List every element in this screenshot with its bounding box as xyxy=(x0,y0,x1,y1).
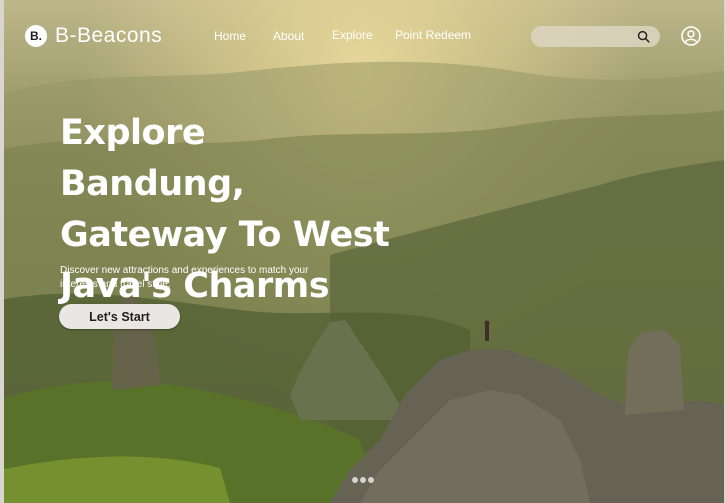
brand-logo[interactable]: B. B-Beacons xyxy=(25,24,162,48)
search-icon[interactable] xyxy=(637,30,650,43)
carousel-dot[interactable] xyxy=(360,477,366,483)
hero-subtext: Discover new attractions and experiences… xyxy=(60,265,309,290)
carousel-dot[interactable] xyxy=(352,477,358,483)
brand-name: B-Beacons xyxy=(55,24,163,47)
nav-item-explore[interactable]: Explore xyxy=(332,28,373,42)
carousel-dots xyxy=(352,477,374,483)
logo-badge: B. xyxy=(25,25,47,47)
hero-section: B. B-Beacons Home About Explore Point Re… xyxy=(0,0,726,503)
nav-item-home[interactable]: Home xyxy=(214,29,246,43)
profile-icon[interactable] xyxy=(681,26,701,46)
frame-edge-left xyxy=(0,0,4,503)
headline-line-2: Gateway To West xyxy=(60,215,390,255)
search-input[interactable] xyxy=(531,26,646,47)
nav-item-point-redeem[interactable]: Point Redeem xyxy=(395,28,471,42)
nav-item-about[interactable]: About xyxy=(273,29,304,43)
carousel-dot[interactable] xyxy=(368,477,374,483)
search-bar xyxy=(531,26,660,47)
lets-start-button[interactable]: Let's Start xyxy=(59,304,180,329)
headline-line-1: Explore Bandung, xyxy=(60,113,245,204)
